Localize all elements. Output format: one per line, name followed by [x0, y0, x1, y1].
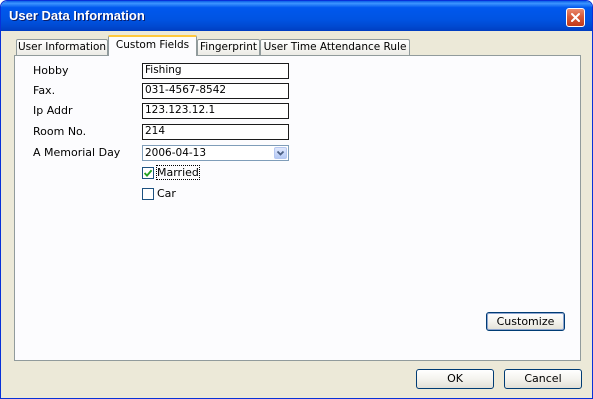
- hobby-label: Hobby: [33, 64, 69, 77]
- married-checkbox[interactable]: [142, 167, 154, 179]
- fax-field[interactable]: 031-4567-8542: [142, 83, 289, 99]
- close-button[interactable]: [566, 8, 585, 27]
- car-checkbox[interactable]: [142, 188, 154, 200]
- fax-label: Fax.: [33, 84, 56, 97]
- memorial-day-value: 2006-04-13: [145, 147, 207, 159]
- married-label[interactable]: Married: [156, 165, 200, 180]
- dialog-window: User Data Information User Information C…: [0, 0, 593, 399]
- tab-user-time-attendance-rule[interactable]: User Time Attendance Rule: [260, 39, 410, 55]
- ip-addr-label: Ip Addr: [33, 104, 73, 117]
- hobby-field[interactable]: Fishing: [142, 63, 289, 79]
- tab-user-information[interactable]: User Information: [16, 39, 108, 55]
- chevron-down-icon: [276, 150, 285, 156]
- memorial-day-select[interactable]: 2006-04-13: [142, 145, 289, 161]
- customize-button[interactable]: Customize: [486, 312, 565, 331]
- memorial-day-label: A Memorial Day: [33, 146, 121, 159]
- memorial-day-dropdown-button[interactable]: [274, 147, 287, 159]
- close-icon: [571, 13, 580, 22]
- tab-custom-fields[interactable]: Custom Fields: [108, 35, 197, 56]
- cancel-button[interactable]: Cancel: [504, 369, 582, 389]
- ip-addr-field[interactable]: 123.123.12.1: [142, 103, 289, 119]
- car-label[interactable]: Car: [157, 187, 176, 200]
- window-title: User Data Information: [9, 8, 145, 23]
- room-no-label: Room No.: [33, 125, 87, 138]
- tab-fingerprint[interactable]: Fingerprint: [197, 39, 260, 55]
- title-bar[interactable]: User Data Information: [1, 1, 592, 31]
- room-no-field[interactable]: 214: [142, 124, 289, 140]
- checkmark-icon: [143, 169, 153, 178]
- ok-button[interactable]: OK: [416, 369, 494, 389]
